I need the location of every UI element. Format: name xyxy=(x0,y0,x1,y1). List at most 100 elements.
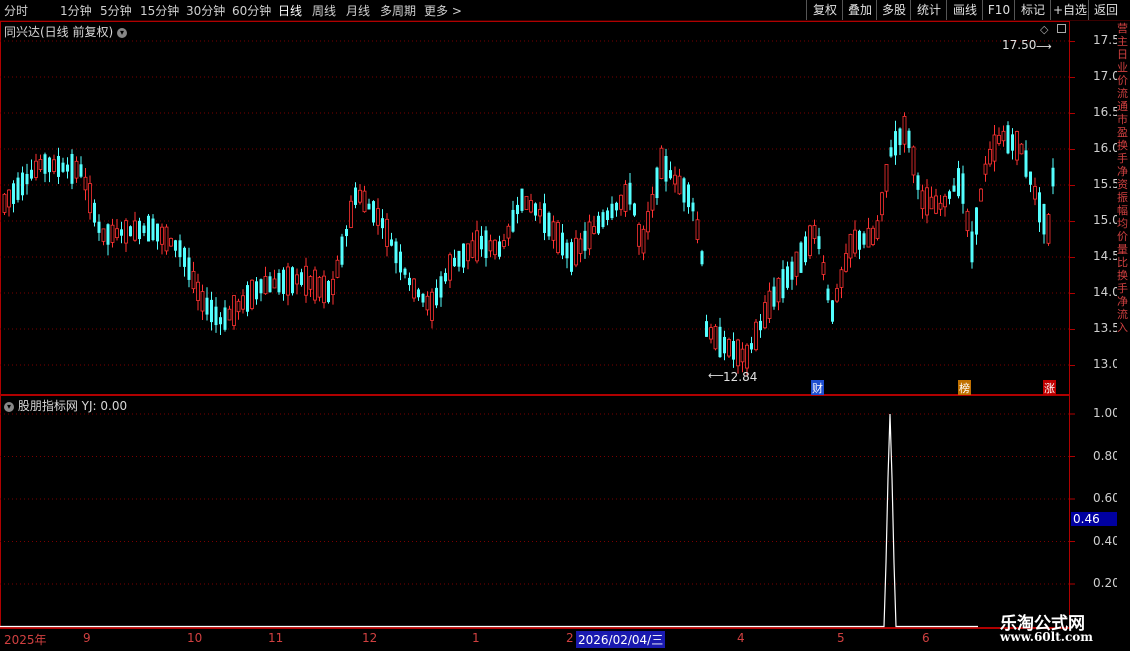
candle-body xyxy=(439,276,443,298)
candle-body xyxy=(187,257,191,280)
candle-body xyxy=(839,269,844,288)
adjust-button[interactable]: 复权 xyxy=(806,0,843,20)
candle-body xyxy=(790,261,794,280)
candle-body xyxy=(1015,131,1019,161)
candle-body xyxy=(772,286,776,307)
candle-body xyxy=(709,327,713,340)
candle-body xyxy=(327,280,330,303)
candle-body xyxy=(506,225,511,239)
candle-body xyxy=(272,278,277,289)
candle-body xyxy=(875,220,880,239)
candle-body xyxy=(317,276,322,298)
candlestick-chart xyxy=(0,40,1070,377)
overlay-button[interactable]: 叠加 xyxy=(842,0,877,20)
candle-body xyxy=(988,148,992,165)
candle-body xyxy=(606,210,609,220)
candle-body xyxy=(650,194,655,211)
candle-body xyxy=(637,224,641,247)
candle-body xyxy=(943,195,947,208)
candle-body xyxy=(880,192,884,216)
candle-body xyxy=(992,134,997,162)
candle-body xyxy=(475,230,479,262)
candle-body xyxy=(403,268,407,275)
candle-body xyxy=(902,116,907,145)
candle-body xyxy=(871,227,875,245)
candle-body xyxy=(911,146,916,176)
candle-body xyxy=(750,343,753,350)
candle-body xyxy=(516,204,519,215)
candle-body xyxy=(205,297,209,315)
f10-button[interactable]: F10 xyxy=(982,0,1015,20)
add-watchlist-button[interactable]: +自选 xyxy=(1050,0,1089,20)
candle-body xyxy=(669,170,672,179)
stats-button[interactable]: 统计 xyxy=(910,0,947,20)
price-tick-mark xyxy=(1070,329,1075,330)
candle-body xyxy=(1001,130,1006,142)
candle-body xyxy=(677,175,682,195)
tab-15min[interactable]: 15分钟 xyxy=(140,2,179,19)
time-axis xyxy=(0,628,1070,651)
draw-line-button[interactable]: 画线 xyxy=(946,0,983,20)
tab-multi-period[interactable]: 多周期 xyxy=(380,2,416,19)
candle-body xyxy=(142,225,146,233)
candle-body xyxy=(421,293,425,303)
candle-body xyxy=(97,221,101,233)
x-label-may: 5 xyxy=(837,631,845,645)
candle-body xyxy=(597,215,600,234)
candle-body xyxy=(970,231,974,263)
tab-fenshi[interactable]: 分时 xyxy=(4,2,28,19)
tab-1min[interactable]: 1分钟 xyxy=(60,2,92,19)
tab-monthly[interactable]: 月线 xyxy=(346,2,370,19)
candle-body xyxy=(952,185,956,192)
back-button[interactable]: 返回 xyxy=(1088,0,1123,20)
x-label-jan: 1 xyxy=(472,631,480,645)
candle-body xyxy=(641,228,646,254)
candle-body xyxy=(1011,134,1014,151)
candle-body xyxy=(259,279,263,294)
candle-body xyxy=(610,203,614,219)
tab-60min[interactable]: 60分钟 xyxy=(232,2,271,19)
limit-up-badge[interactable]: 涨 xyxy=(1043,380,1056,396)
candle-body xyxy=(727,339,731,357)
tab-5min[interactable]: 5分钟 xyxy=(100,2,132,19)
finance-badge[interactable]: 财 xyxy=(811,380,824,396)
candle-body xyxy=(291,267,294,294)
candle-body xyxy=(538,209,542,217)
candle-body xyxy=(556,222,560,254)
candle-body xyxy=(965,210,970,232)
candle-body xyxy=(227,308,232,321)
candle-body xyxy=(322,275,326,304)
candle-body xyxy=(106,224,110,245)
x-label-year: 2025年 xyxy=(4,633,47,647)
candle-body xyxy=(93,202,96,223)
candle-body xyxy=(164,226,169,252)
candle-body xyxy=(480,235,483,250)
tab-weekly[interactable]: 周线 xyxy=(312,2,336,19)
candle-body xyxy=(308,276,313,290)
candle-body xyxy=(700,251,704,265)
tab-daily[interactable]: 日线 xyxy=(278,2,302,19)
candle-body xyxy=(210,299,213,323)
candle-body xyxy=(498,241,501,257)
ranking-badge[interactable]: 榜 xyxy=(958,380,971,396)
candle-body xyxy=(399,251,402,273)
mark-button[interactable]: 标记 xyxy=(1014,0,1051,20)
tab-30min[interactable]: 30分钟 xyxy=(186,2,225,19)
candle-body xyxy=(673,174,677,185)
candle-body xyxy=(763,302,767,329)
candle-body xyxy=(246,285,249,312)
candle-body xyxy=(394,241,398,264)
candle-body xyxy=(794,251,799,277)
candle-body xyxy=(174,240,177,251)
x-label-jun: 6 xyxy=(922,631,930,645)
x-label-dec: 12 xyxy=(362,631,378,645)
candle-body xyxy=(812,225,817,239)
candle-body xyxy=(169,237,173,247)
multi-stock-button[interactable]: 多股 xyxy=(876,0,911,20)
candle-body xyxy=(286,266,290,296)
tab-more[interactable]: 更多 > xyxy=(424,2,462,19)
candle-body xyxy=(520,188,524,211)
candle-body xyxy=(66,164,69,172)
info-strip: 营 主 日 业 价 流 通 市 盈 换 手 净 资 振 幅 均 价 量 比 换 … xyxy=(1117,22,1130,650)
candle-body xyxy=(511,209,515,232)
